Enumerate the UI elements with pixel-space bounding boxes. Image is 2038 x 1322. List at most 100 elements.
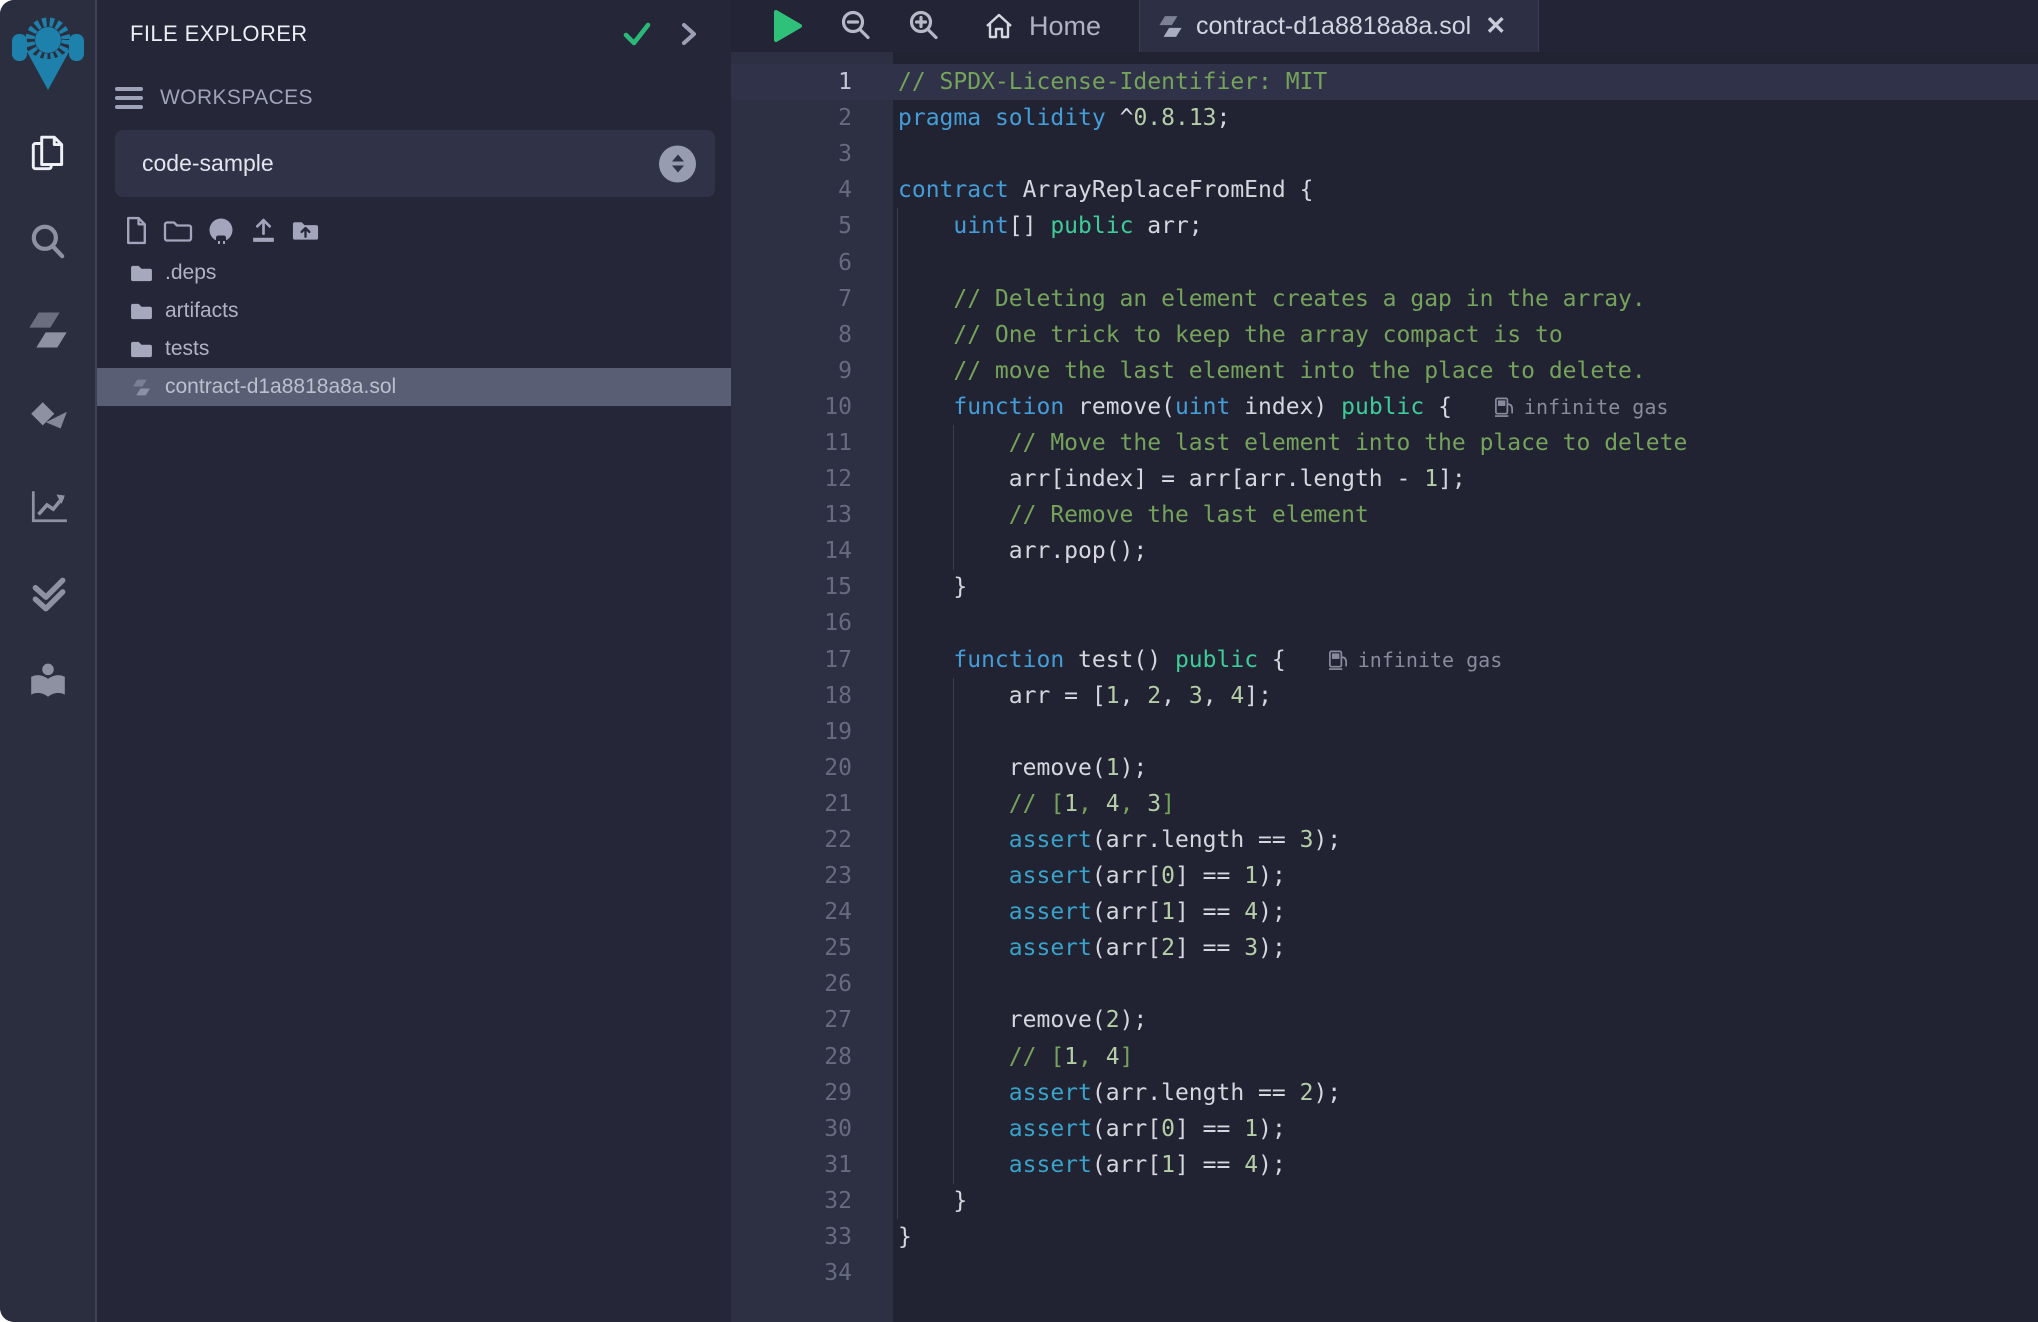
code-line-29[interactable]: 29 assert(arr.length == 2);	[731, 1075, 2038, 1111]
code-line-23[interactable]: 23 assert(arr[0] == 1);	[731, 858, 2038, 894]
gas-badge-label: infinite gas	[1358, 648, 1503, 672]
upload-file-icon[interactable]	[249, 216, 278, 245]
play-icon[interactable]	[769, 8, 805, 44]
tab-contract-file[interactable]: contract-d1a8818a8a.sol ✕	[1139, 0, 1539, 52]
code-text: uint[] public arr;	[852, 213, 1203, 239]
code-line-3[interactable]: 3	[731, 136, 2038, 172]
learneth-icon[interactable]	[0, 638, 95, 726]
zoom-in-icon[interactable]	[907, 9, 941, 43]
code-line-14[interactable]: 14 arr.pop();	[731, 533, 2038, 569]
code-line-9[interactable]: 9 // move the last element into the plac…	[731, 353, 2038, 389]
code-text: assert(arr[2] == 3);	[852, 935, 1286, 961]
line-number: 11	[731, 430, 852, 456]
editor-region: Home contract-d1a8818a8a.sol ✕ 1// SPDX-…	[731, 0, 2038, 1322]
code-line-1[interactable]: 1// SPDX-License-Identifier: MIT	[731, 64, 2038, 100]
line-number: 14	[731, 538, 852, 564]
code-text: assert(arr.length == 2);	[852, 1080, 1341, 1106]
line-number: 2	[731, 105, 852, 131]
close-tab-icon[interactable]: ✕	[1485, 14, 1506, 39]
line-number: 31	[731, 1152, 852, 1178]
new-folder-icon[interactable]	[163, 217, 193, 244]
code-line-31[interactable]: 31 assert(arr[1] == 4);	[731, 1147, 2038, 1183]
code-line-34[interactable]: 34	[731, 1255, 2038, 1291]
code-line-20[interactable]: 20 remove(1);	[731, 750, 2038, 786]
workspaces-menu-icon[interactable]	[115, 87, 143, 109]
code-line-17[interactable]: 17 function test() public {infinite gas	[731, 642, 2038, 678]
file-tree: .depsartifacts tests contract-d1a8818a8a.s…	[97, 254, 731, 406]
github-icon[interactable]	[206, 215, 236, 245]
code-line-6[interactable]: 6	[731, 244, 2038, 280]
code-line-7[interactable]: 7 // Deleting an element creates a gap i…	[731, 281, 2038, 317]
code-line-5[interactable]: 5 uint[] public arr;	[731, 208, 2038, 244]
line-number: 27	[731, 1007, 852, 1033]
tree-file-contract-d1a8818a8a.sol[interactable]: contract-d1a8818a8a.sol	[97, 368, 731, 406]
deploy-run-icon[interactable]	[0, 374, 95, 462]
workspace-select[interactable]: code-sample	[115, 130, 715, 197]
code-editor[interactable]: 1// SPDX-License-Identifier: MIT2pragma …	[731, 52, 2038, 1322]
code-line-21[interactable]: 21 // [1, 4, 3]	[731, 786, 2038, 822]
code-line-22[interactable]: 22 assert(arr.length == 3);	[731, 822, 2038, 858]
code-line-2[interactable]: 2pragma solidity ^0.8.13;	[731, 100, 2038, 136]
zoom-out-icon[interactable]	[839, 9, 873, 43]
infinite-gas-badge: infinite gas	[1494, 395, 1669, 419]
code-line-28[interactable]: 28 // [1, 4]	[731, 1039, 2038, 1075]
code-line-4[interactable]: 4contract ArrayReplaceFromEnd {	[731, 172, 2038, 208]
code-text: }	[852, 1188, 967, 1214]
code-line-26[interactable]: 26	[731, 966, 2038, 1002]
code-text: function remove(uint index) public {	[852, 394, 1452, 420]
line-number: 23	[731, 863, 852, 889]
line-number: 7	[731, 286, 852, 312]
code-text: contract ArrayReplaceFromEnd {	[852, 177, 1313, 203]
line-number: 25	[731, 935, 852, 961]
tree-folder-artifacts[interactable]: artifacts	[97, 292, 731, 330]
remix-logo-icon[interactable]	[12, 10, 84, 94]
tab-home[interactable]: Home	[983, 0, 1101, 52]
solidity-compiler-icon[interactable]	[0, 286, 95, 374]
code-line-15[interactable]: 15 }	[731, 569, 2038, 605]
line-number: 18	[731, 683, 852, 709]
code-line-24[interactable]: 24 assert(arr[1] == 4);	[731, 894, 2038, 930]
code-line-30[interactable]: 30 assert(arr[0] == 1);	[731, 1111, 2038, 1147]
line-number: 10	[731, 394, 852, 420]
code-line-27[interactable]: 27 remove(2);	[731, 1002, 2038, 1038]
file-explorer-icon[interactable]	[0, 110, 95, 198]
solidity-file-icon	[1158, 14, 1183, 39]
code-text: // [1, 4]	[852, 1044, 1133, 1070]
line-number: 19	[731, 719, 852, 745]
tree-folder-.deps[interactable]: .deps	[97, 254, 731, 292]
code-line-19[interactable]: 19	[731, 714, 2038, 750]
code-line-16[interactable]: 16	[731, 605, 2038, 641]
code-line-18[interactable]: 18 arr = [1, 2, 3, 4];	[731, 678, 2038, 714]
line-number: 16	[731, 610, 852, 636]
plugin-nav	[0, 110, 95, 726]
upload-folder-icon[interactable]	[291, 217, 320, 243]
code-line-13[interactable]: 13 // Remove the last element	[731, 497, 2038, 533]
check-icon[interactable]	[621, 18, 653, 50]
analytics-icon[interactable]	[0, 462, 95, 550]
code-line-11[interactable]: 11 // Move the last element into the pla…	[731, 425, 2038, 461]
panel-title: FILE EXPLORER	[130, 21, 308, 47]
chevron-right-icon[interactable]	[675, 20, 703, 48]
editor-tab-bar: Home contract-d1a8818a8a.sol ✕	[731, 0, 2038, 52]
line-number: 3	[731, 141, 852, 167]
code-line-10[interactable]: 10 function remove(uint index) public { i…	[731, 389, 2038, 425]
search-icon[interactable]	[0, 198, 95, 286]
code-text: arr = [1, 2, 3, 4];	[852, 683, 1272, 709]
code-lines: 1// SPDX-License-Identifier: MIT2pragma …	[731, 64, 2038, 1291]
code-line-8[interactable]: 8 // One trick to keep the array compact…	[731, 317, 2038, 353]
code-text: // SPDX-License-Identifier: MIT	[852, 69, 1327, 95]
code-line-25[interactable]: 25 assert(arr[2] == 3);	[731, 930, 2038, 966]
home-tab-label: Home	[1029, 11, 1101, 42]
workspaces-label: WORKSPACES	[160, 86, 313, 110]
tree-folder-tests[interactable]: tests	[97, 330, 731, 368]
code-text: assert(arr[0] == 1);	[852, 863, 1286, 889]
unit-testing-icon[interactable]	[0, 550, 95, 638]
tree-item-label: tests	[165, 337, 209, 361]
code-line-12[interactable]: 12 arr[index] = arr[arr.length - 1];	[731, 461, 2038, 497]
infinite-gas-badge: infinite gas	[1328, 648, 1503, 672]
code-line-33[interactable]: 33}	[731, 1219, 2038, 1255]
new-file-icon[interactable]	[123, 216, 150, 245]
line-number: 20	[731, 755, 852, 781]
code-text: }	[852, 1224, 912, 1250]
code-line-32[interactable]: 32 }	[731, 1183, 2038, 1219]
